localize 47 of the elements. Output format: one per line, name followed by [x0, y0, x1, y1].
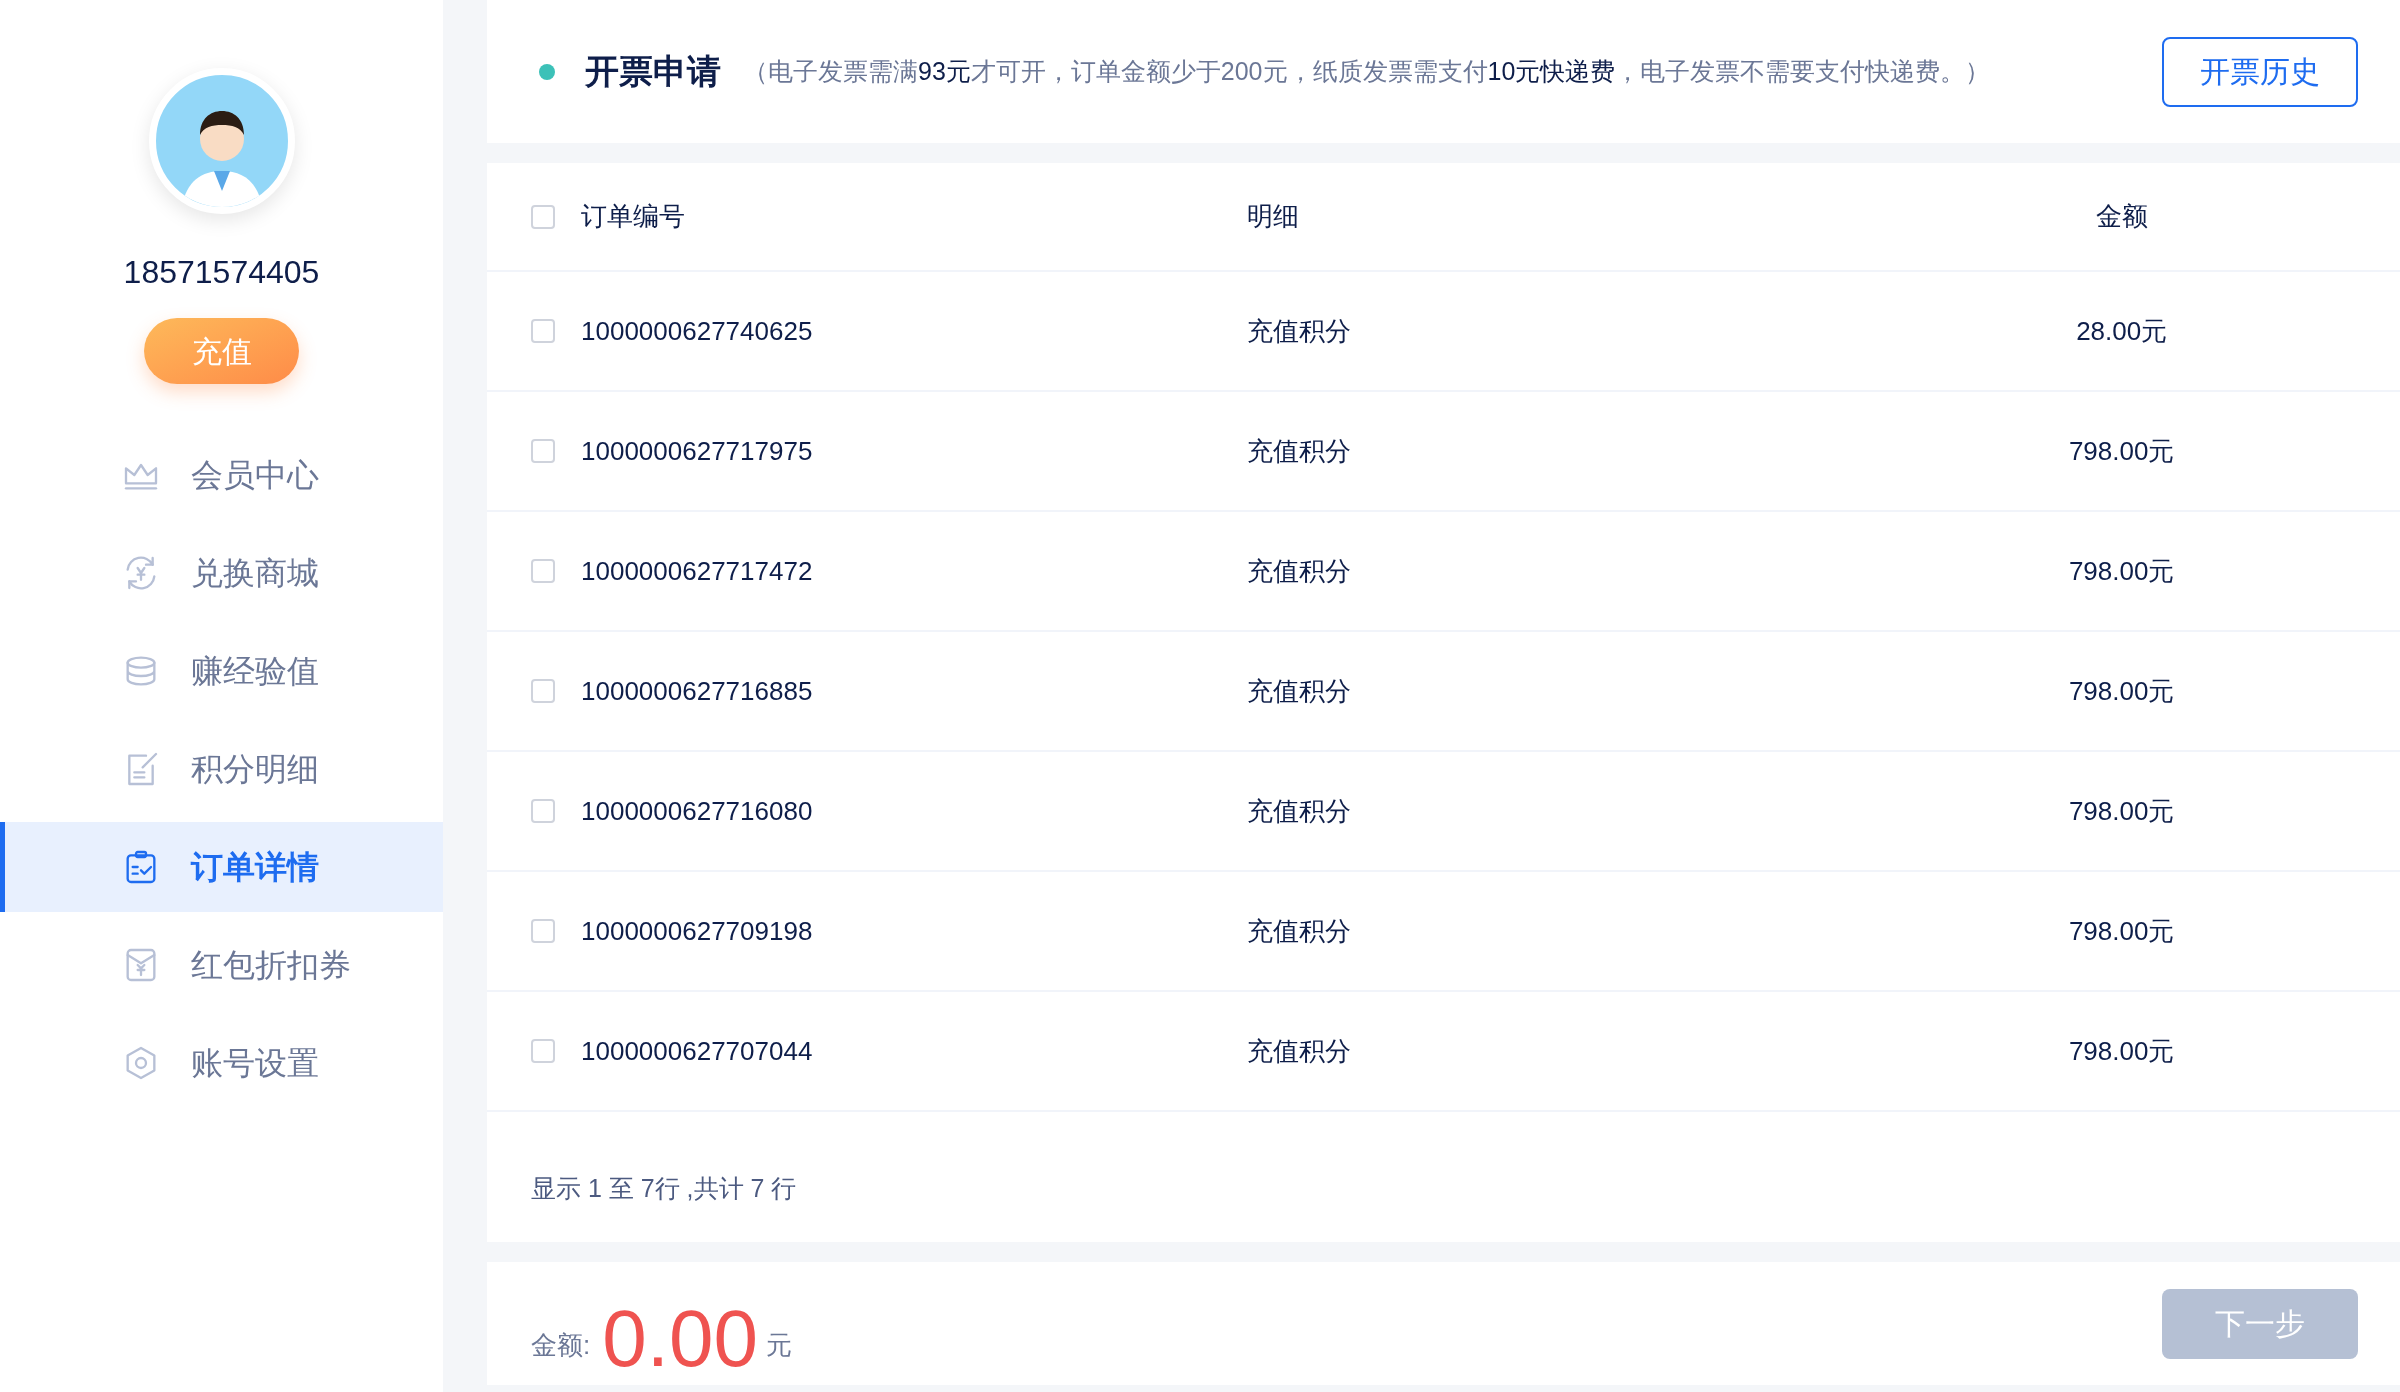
- sidebar-item[interactable]: 账号设置: [0, 1018, 443, 1108]
- sidebar-item[interactable]: 赚经验值: [0, 626, 443, 716]
- order-number-cell-text: 1000000627716080: [581, 794, 814, 828]
- select-all-checkbox[interactable]: [531, 204, 555, 229]
- detail-cell-text: 充值积分: [1246, 554, 1352, 588]
- total-amount: 0.00: [602, 1299, 758, 1379]
- detail-cell-text: 充值积分: [1246, 434, 1352, 468]
- sidebar-item[interactable]: 积分明细: [0, 724, 443, 814]
- order-number-cell-text: 1000000627716885: [581, 674, 814, 708]
- row-checkbox[interactable]: [531, 559, 555, 583]
- sidebar-item[interactable]: 会员中心: [0, 430, 443, 520]
- row-checkbox[interactable]: [531, 1039, 555, 1063]
- detail-cell-text: 充值积分: [1246, 674, 1352, 708]
- invoice-note: （电子发票需满93元才可开，订单金额少于200元，纸质发票需支付10元快递费，电子发票不需要支付快递费。）: [743, 55, 1991, 87]
- column-header: 金额: [2094, 200, 2149, 233]
- row-checkbox[interactable]: [531, 679, 555, 703]
- order-number-cell-text: 1000000627709198: [581, 914, 814, 948]
- amount-cell-text: 798.00元: [2067, 434, 2176, 468]
- row-checkbox[interactable]: [531, 799, 555, 823]
- order-number-cell-text: 1000000627717975: [581, 434, 814, 468]
- amount-cell-text: 798.00元: [2067, 794, 2176, 828]
- amount-label: 金额:: [531, 1329, 591, 1362]
- column-header: 明细: [1246, 200, 1300, 233]
- invoice-history-button[interactable]: 开票历史: [2162, 36, 2358, 107]
- sidebar-item[interactable]: 兑换商城: [0, 528, 443, 618]
- column-header: 订单编号: [581, 200, 686, 233]
- phone-number: 18571574405: [123, 253, 320, 292]
- amount-cell-text: 798.00元: [2067, 914, 2176, 948]
- row-checkbox[interactable]: [531, 439, 555, 463]
- page-title: 开票申请: [585, 51, 721, 92]
- order-number-cell-text: 1000000627707044: [581, 1034, 814, 1068]
- amount-cell-text: 798.00元: [2067, 674, 2176, 708]
- order-number-cell-text: 1000000627717472: [581, 554, 814, 588]
- sidebar-item[interactable]: 订单详情: [0, 822, 443, 912]
- pagination-info: 显示 1 至 7行 ,共计 7 行: [531, 1174, 797, 1202]
- detail-cell-text: 充值积分: [1246, 314, 1352, 348]
- amount-cell-text: 798.00元: [2067, 554, 2176, 588]
- detail-cell-text: 充值积分: [1246, 914, 1352, 948]
- amount-cell-text: 798.00元: [2067, 1034, 2176, 1068]
- amount-cell-text: 28.00元: [2075, 314, 2169, 348]
- order-number-cell-text: 1000000627740625: [581, 314, 814, 348]
- row-checkbox[interactable]: [531, 319, 555, 343]
- detail-cell-text: 充值积分: [1246, 1034, 1352, 1068]
- currency-unit: 元: [765, 1329, 792, 1362]
- row-checkbox[interactable]: [531, 919, 555, 943]
- sidebar-item[interactable]: 红包折扣券: [0, 920, 443, 1010]
- detail-cell-text: 充值积分: [1246, 794, 1352, 828]
